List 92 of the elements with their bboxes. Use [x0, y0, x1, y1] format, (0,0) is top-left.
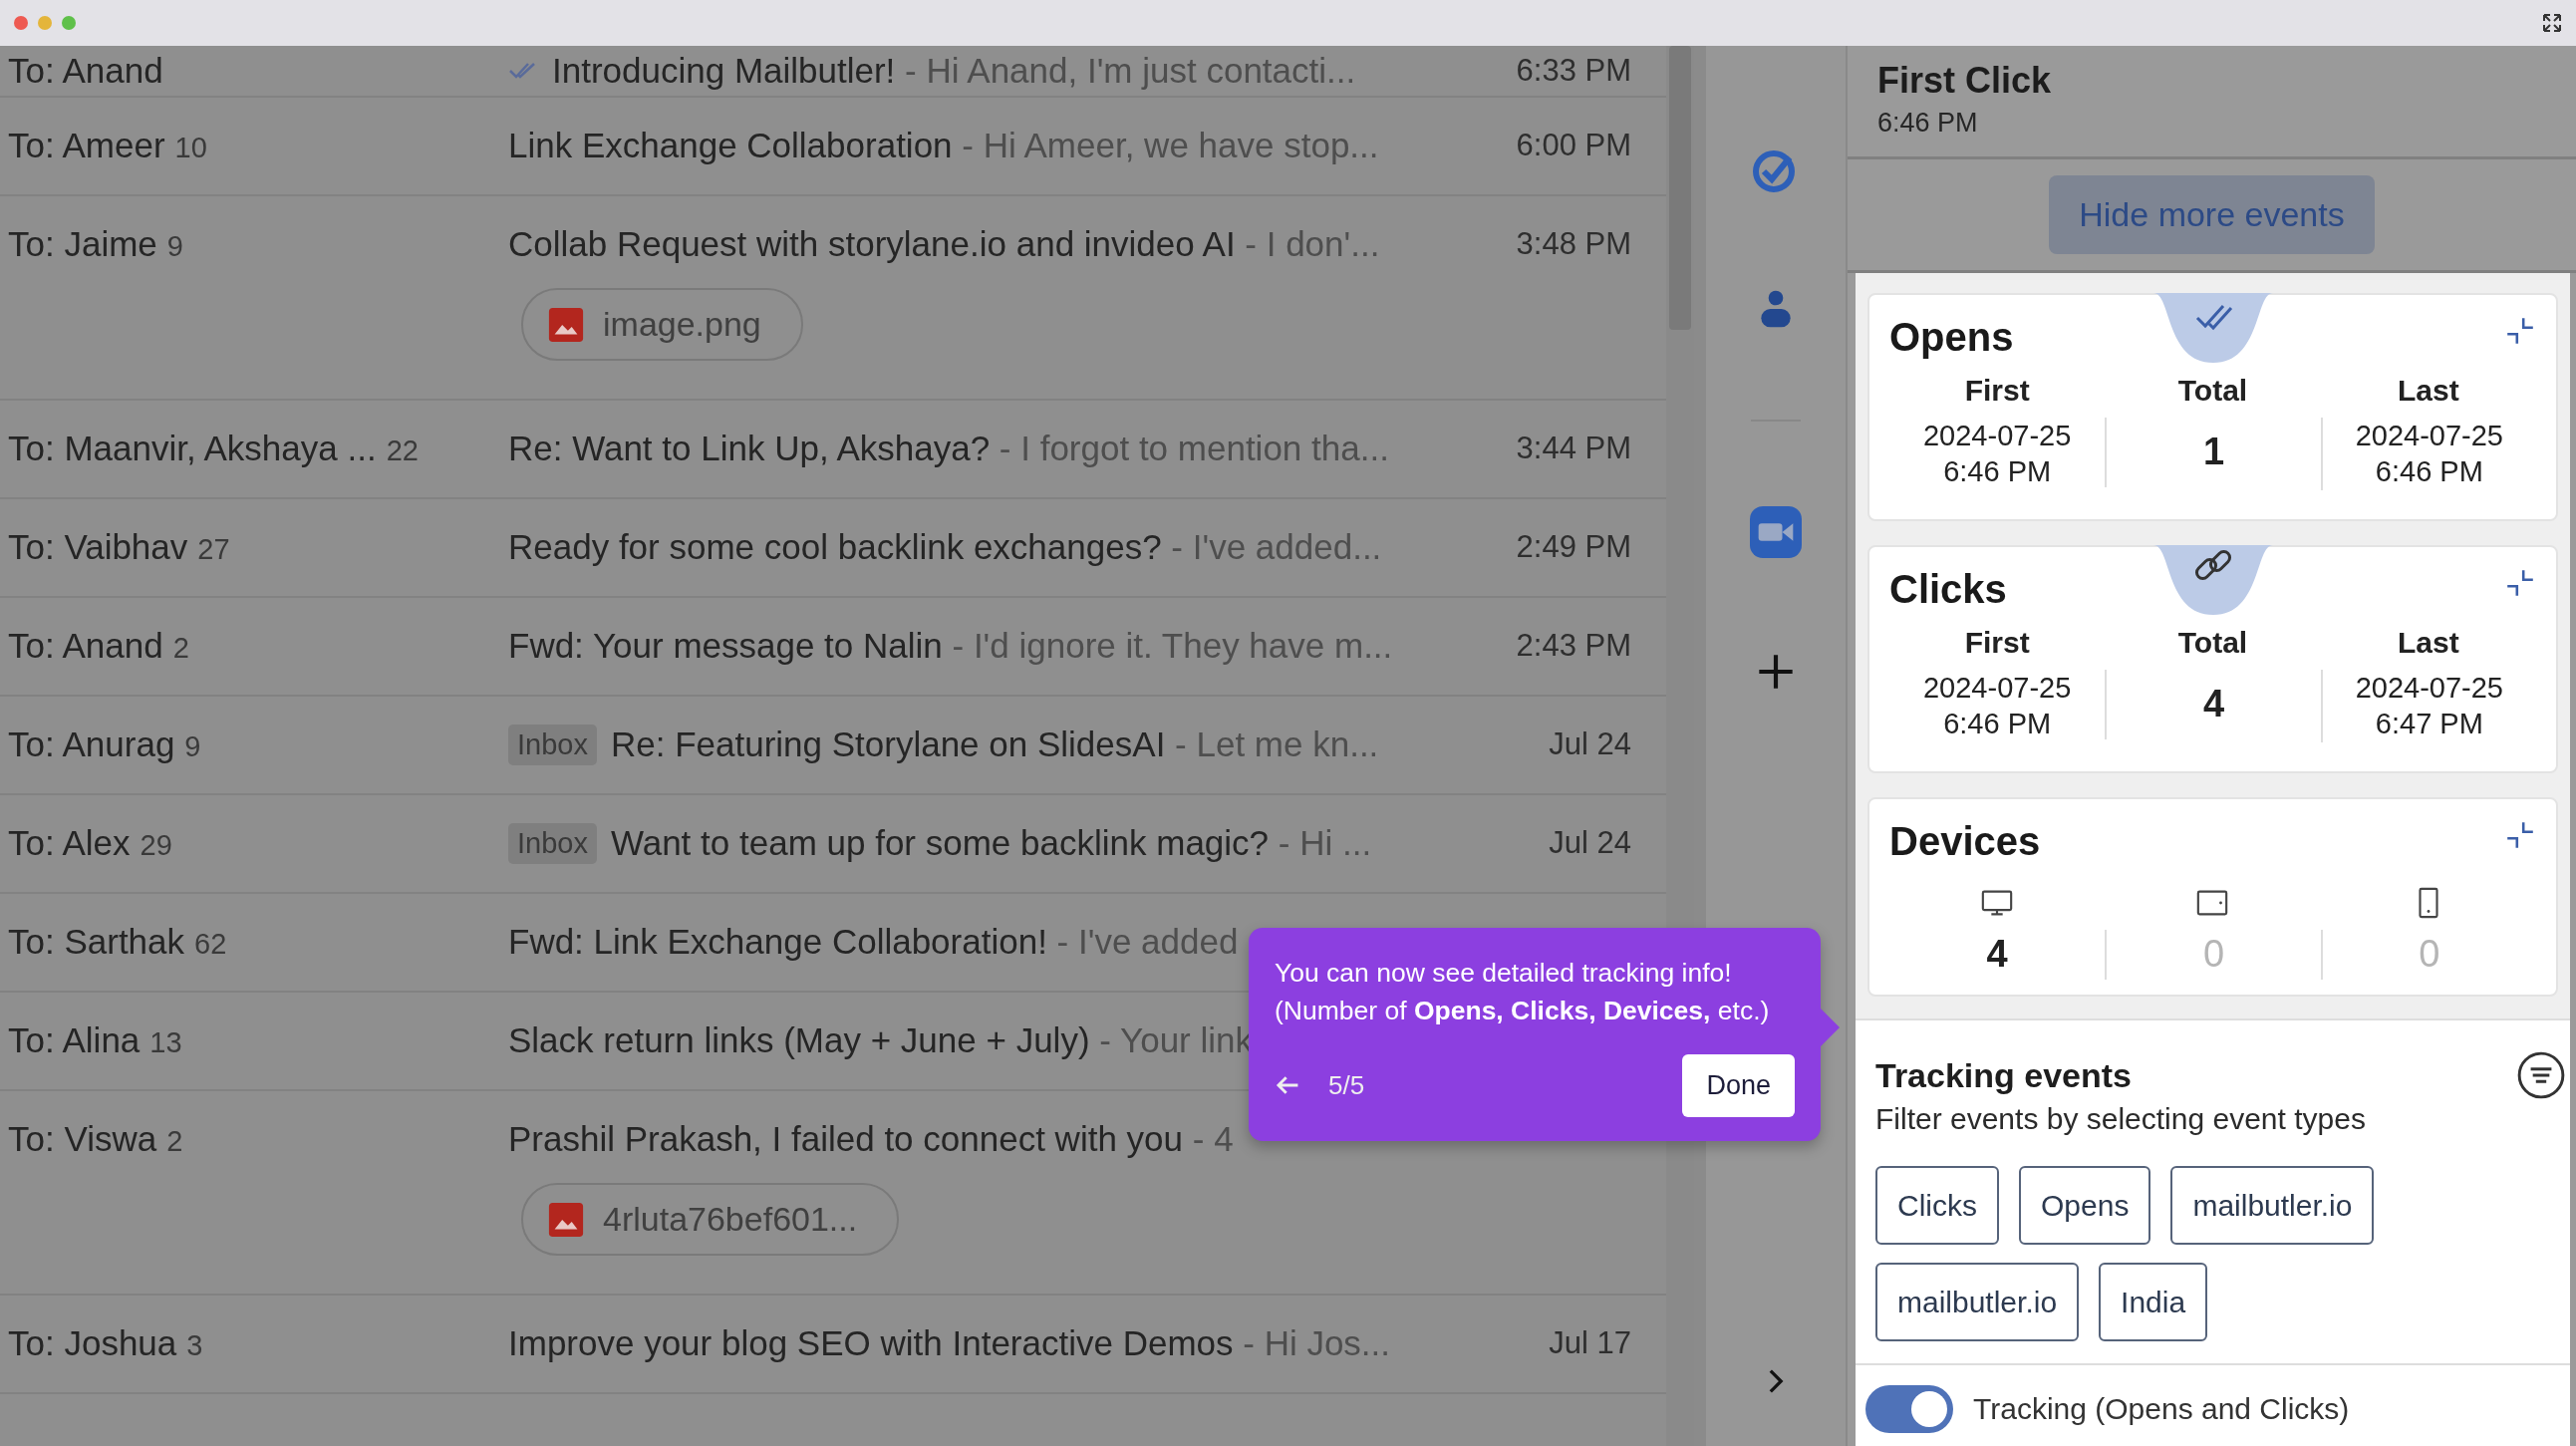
email-time: 2:43 PM — [1515, 628, 1631, 664]
done-button[interactable]: Done — [1682, 1053, 1795, 1117]
email-time: 6:33 PM — [1515, 53, 1631, 89]
stat-label: Last — [2397, 374, 2459, 408]
stat-value: 2024-07-25 6:46 PM — [1922, 419, 2073, 490]
stat-value: 2024-07-25 6:46 PM — [2320, 418, 2536, 490]
email-subject: Introducing Mailbutler! - Hi Anand, I'm just contacti... — [552, 51, 1356, 91]
filter-chip[interactable]: mailbutler.io — [1875, 1263, 2080, 1341]
attachment-chip[interactable]: image.png — [521, 288, 803, 361]
chevron-right-icon[interactable] — [1768, 1368, 1784, 1394]
email-subject: Fwd: Your message to Nalin - I'd ignore it. They have m... — [508, 626, 1393, 666]
double-check-icon — [2152, 293, 2273, 363]
email-time: Jul 24 — [1548, 825, 1631, 861]
plus-icon[interactable] — [1756, 652, 1796, 692]
stat-label: Total — [2177, 626, 2248, 660]
email-subject: Slack return links (May + June + July) - Your link — [508, 1020, 1253, 1060]
filter-chip[interactable]: mailbutler.io — [2170, 1166, 2375, 1245]
card-title: Devices — [1889, 819, 2041, 864]
email-time: 3:44 PM — [1515, 431, 1631, 466]
email-row[interactable]: To: Maanvir, Akshaya ... 22 Re: Want to Link Up, Akshaya? - I forgot to mention tha... 3:44 PM — [0, 401, 1666, 499]
filter-chip[interactable]: India — [2099, 1263, 2208, 1341]
email-subject: Re: Featuring Storylane on SlidesAI - Let me kn... — [610, 724, 1379, 764]
email-subject: Improve your blog SEO with Interactive Demos - Hi Jos... — [508, 1323, 1391, 1363]
card-title: Clicks — [1889, 567, 2007, 612]
email-row[interactable]: To: Anand Introducing Mailbutler! - Hi Anand, I'm just contacti... 6:33 PM — [0, 46, 1666, 98]
email-row[interactable]: To: Ameer 10 Link Exchange Collaboration - Hi Ameer, we have stop... 6:00 PM — [0, 98, 1666, 196]
device-count: 0 — [2320, 930, 2536, 980]
event-time: 6:46 PM — [1877, 108, 1979, 139]
filter-chip[interactable]: Opens — [2019, 1166, 2151, 1245]
inbox-label: Inbox — [508, 723, 597, 765]
recipient: To: Maanvir, Akshaya ... 22 — [8, 429, 420, 468]
email-time: 3:48 PM — [1515, 226, 1631, 262]
email-subject: Ready for some cool backlink exchanges? - I've added... — [508, 527, 1382, 567]
image-icon — [547, 305, 585, 344]
email-time: 2:49 PM — [1515, 529, 1631, 565]
scrollbar-thumb[interactable] — [1669, 46, 1691, 330]
email-time: 6:00 PM — [1515, 128, 1631, 163]
inbox-label: Inbox — [508, 822, 597, 864]
email-row[interactable]: To: Alex 29 Inbox Want to team up for some backlink magic? - Hi ... Jul 24 — [0, 795, 1666, 894]
stat-value: 2024-07-25 6:47 PM — [2320, 670, 2536, 742]
recipient: To: Viswa 2 — [8, 1119, 184, 1159]
email-subject: Prashil Prakash, I failed to connect with you - 4 — [508, 1119, 1234, 1159]
email-subject: Fwd: Link Exchange Collaboration! - I've added — [508, 922, 1239, 962]
recipient: To: Alina 13 — [8, 1020, 183, 1060]
recipient: To: Anurag 9 — [8, 724, 202, 764]
email-row[interactable]: To: Vaibhav 27 Ready for some cool backlink exchanges? - I've added... 2:49 PM — [0, 499, 1666, 598]
email-subject: Link Exchange Collaboration - Hi Ameer, we have stop... — [508, 126, 1379, 165]
email-subject: Want to team up for some backlink magic? - Hi ... — [610, 823, 1372, 863]
event-title: First Click — [1877, 60, 2053, 102]
video-camera-icon[interactable] — [1750, 506, 1802, 558]
recipient: To: Anand 2 — [8, 626, 190, 666]
email-row[interactable]: To: Anand 2 Fwd: Your message to Nalin - I'd ignore it. They have m... 2:43 PM — [0, 598, 1666, 697]
tracking-toggle[interactable] — [1865, 1385, 1953, 1433]
collapse-icon[interactable] — [2504, 567, 2536, 599]
collapse-icon[interactable] — [2504, 315, 2536, 347]
email-time: Jul 24 — [1548, 726, 1631, 762]
recipient: To: Vaibhav 27 — [8, 527, 231, 567]
email-subject: Collab Request with storylane.io and invideo AI - I don'... — [508, 224, 1380, 264]
device-count: 4 — [1985, 932, 2009, 978]
attachment-chip[interactable]: 4rluta76bef601... — [521, 1183, 900, 1256]
link-icon — [2152, 545, 2273, 615]
recipient: To: Joshua 3 — [8, 1323, 204, 1363]
recipient: To: Ameer 10 — [8, 126, 208, 165]
stat-label: First — [1964, 626, 2030, 660]
image-icon — [547, 1200, 585, 1239]
close-window-dot[interactable] — [14, 16, 28, 30]
recipient: To: Anand — [8, 51, 164, 91]
email-row[interactable]: To: Joshua 3 Improve your blog SEO with Interactive Demos - Hi Jos... Jul 17 — [0, 1296, 1666, 1394]
fullscreen-icon[interactable] — [2542, 13, 2562, 33]
email-time: Jul 17 — [1548, 1325, 1631, 1361]
filter-icon[interactable] — [2516, 1050, 2566, 1100]
stat-value: 2024-07-25 6:46 PM — [1922, 671, 2073, 742]
collapse-icon[interactable] — [2504, 819, 2536, 851]
recipient: To: Sarthak 62 — [8, 922, 228, 962]
recipient: To: Alex 29 — [8, 823, 173, 863]
email-row[interactable]: To: Anurag 9 Inbox Re: Featuring Storylane on SlidesAI - Let me kn... Jul 24 — [0, 697, 1666, 795]
stat-value: 4 — [2105, 670, 2321, 739]
email-subject: Re: Want to Link Up, Akshaya? - I forgot to mention tha... — [508, 429, 1389, 468]
stat-label: Last — [2397, 626, 2459, 660]
maximize-window-dot[interactable] — [62, 16, 76, 30]
stat-label: First — [1964, 374, 2030, 408]
filter-chip[interactable]: Clicks — [1875, 1166, 1999, 1245]
section-title: Tracking events — [1875, 1055, 2132, 1095]
recipient: To: Jaime 9 — [8, 224, 184, 264]
section-subtitle: Filter events by selecting event types — [1875, 1102, 2367, 1136]
email-row[interactable]: To: Jaime 9 Collab Request with storylane.io and invideo AI - I don'... 3:48 PM image.png — [0, 196, 1666, 401]
toggle-label: Tracking (Opens and Clicks) — [1973, 1392, 2350, 1426]
stat-value: 1 — [2105, 418, 2321, 487]
minimize-window-dot[interactable] — [38, 16, 52, 30]
device-count: 0 — [2105, 930, 2321, 980]
card-title: Opens — [1889, 315, 2014, 360]
stat-label: Total — [2177, 374, 2248, 408]
